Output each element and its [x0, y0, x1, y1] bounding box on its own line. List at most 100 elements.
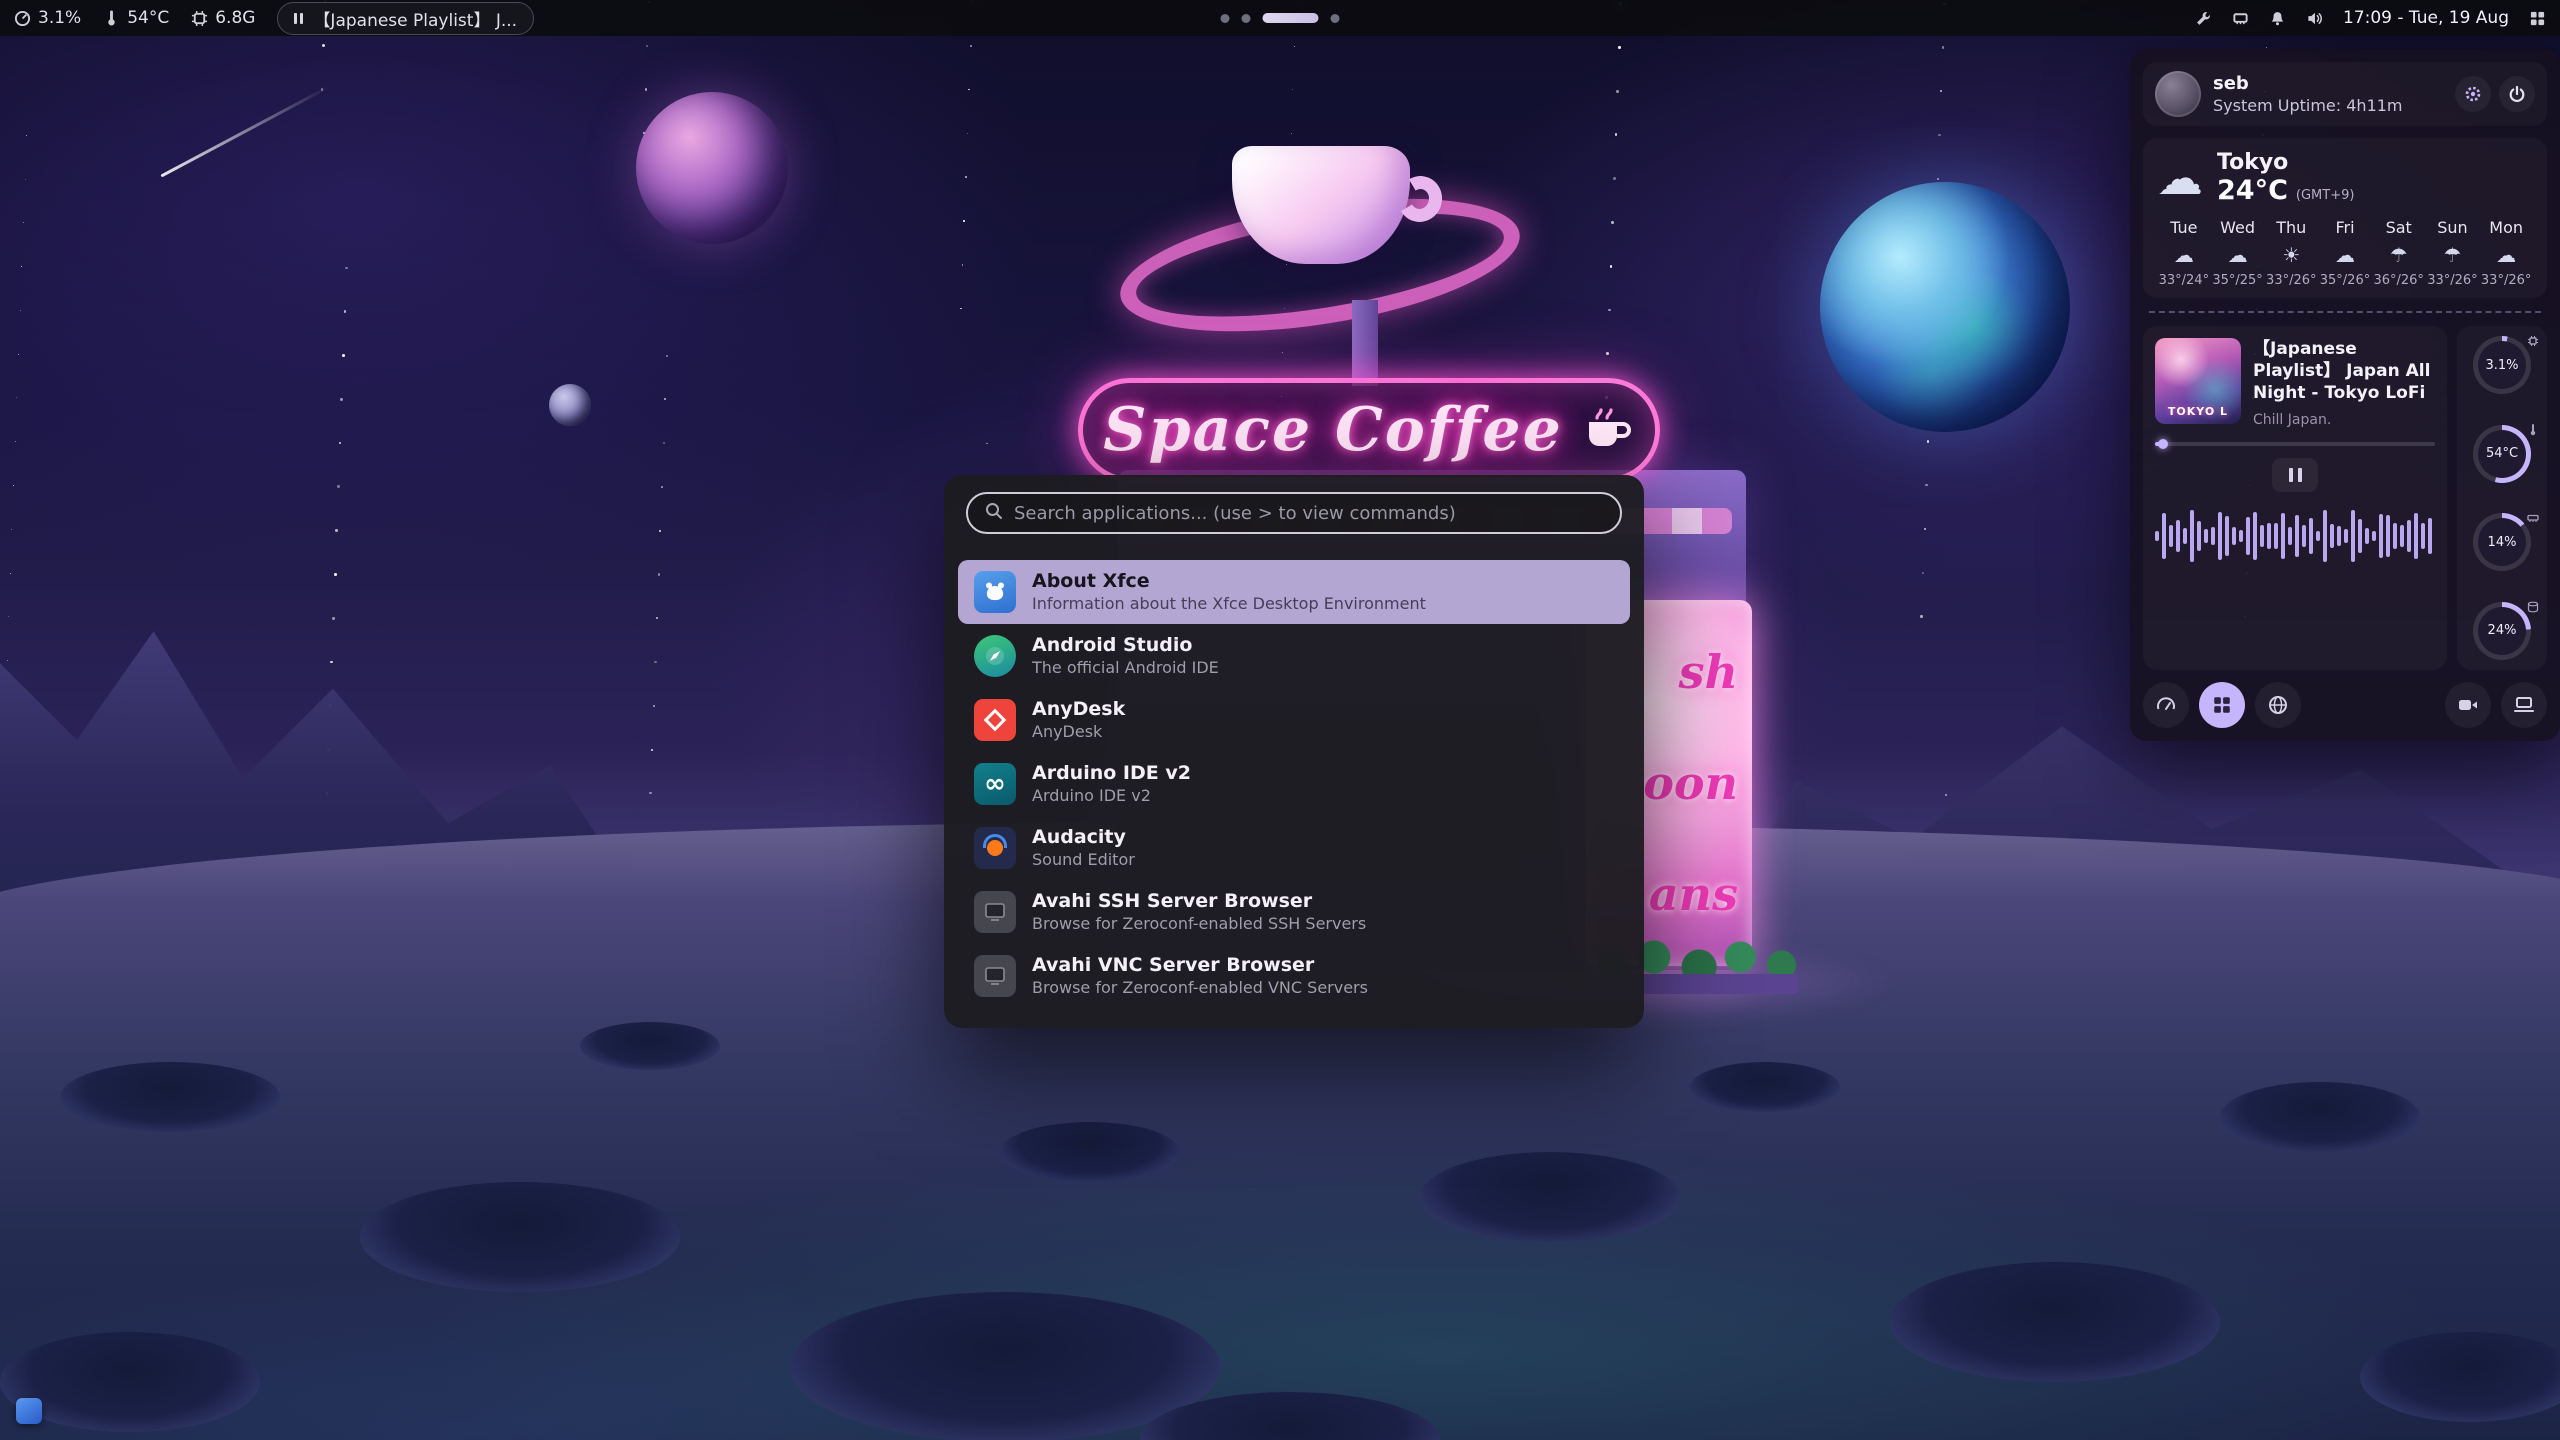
top-bar: 3.1% 54°C 6.8G 【Japanese Playlist】 J... [0, 0, 2560, 36]
android-studio-icon [974, 635, 1016, 677]
media-pause-button[interactable] [2272, 458, 2318, 492]
gauge-value: 54°C [2486, 446, 2518, 461]
settings-button[interactable] [2455, 76, 2491, 112]
result-subtitle: Arduino IDE v2 [1032, 786, 1191, 806]
gauge-value: 3.1% [2485, 358, 2518, 373]
cpu-meter-icon [14, 10, 31, 27]
result-subtitle: Information about the Xfce Desktop Envir… [1032, 594, 1426, 614]
xfce-logo-icon [974, 571, 1016, 613]
clock[interactable]: 17:09 - Tue, 19 Aug [2343, 8, 2509, 28]
forecast-day: Fri☁35°/26° [2318, 218, 2372, 288]
neon-sign: Space Coffee [1078, 378, 1660, 482]
arduino-icon: ∞ [974, 763, 1016, 805]
launcher-result-arduino[interactable]: ∞ Arduino IDE v2Arduino IDE v2 [958, 752, 1630, 816]
tools-icon[interactable] [2195, 10, 2212, 27]
progress-knob[interactable] [2158, 439, 2168, 449]
cpu-stat: 3.1% [14, 8, 81, 28]
user-name: seb [2213, 73, 2249, 94]
memory-chip-icon [191, 10, 208, 27]
now-playing-pill[interactable]: 【Japanese Playlist】 J... [277, 2, 534, 35]
cpu-icon [2527, 332, 2539, 351]
result-title: About Xfce [1032, 570, 1426, 594]
result-subtitle: Browse for Zeroconf-enabled VNC Servers [1032, 978, 1368, 998]
display-button[interactable] [2501, 682, 2547, 728]
result-title: Android Studio [1032, 634, 1219, 658]
album-label: TOKYO L [2155, 405, 2241, 418]
result-title: Avahi SSH Server Browser [1032, 890, 1366, 914]
weather-day-icon: ☁ [2479, 243, 2533, 267]
media-progress-bar[interactable] [2155, 442, 2435, 446]
volume-icon[interactable] [2306, 10, 2323, 27]
result-subtitle: The official Android IDE [1032, 658, 1219, 678]
forecast-day: Wed☁35°/25° [2211, 218, 2265, 288]
weather-day-icon: ☂ [2372, 243, 2426, 267]
weather-city: Tokyo [2217, 150, 2354, 175]
workspace-dot[interactable] [1242, 14, 1251, 23]
workspace-indicator [1221, 0, 1340, 36]
result-subtitle: Browse for Zeroconf-enabled SSH Servers [1032, 914, 1366, 934]
weather-temperature: 24°C [2217, 175, 2288, 206]
network-globe-button[interactable] [2255, 682, 2301, 728]
workspace-active-pill[interactable] [1263, 13, 1319, 23]
control-center-panel: seb System Uptime: 4h11m ☁ Tokyo 24°C (G… [2130, 49, 2560, 741]
forecast-day: Tue☁33°/24° [2157, 218, 2211, 288]
pause-icon [294, 13, 303, 24]
window-line: sh [1679, 645, 1738, 699]
search-input[interactable] [1014, 503, 1604, 524]
temperature-stat: 54°C [103, 8, 169, 28]
bell-icon[interactable] [2269, 10, 2286, 27]
result-subtitle: AnyDesk [1032, 722, 1125, 742]
weather-forecast: Tue☁33°/24° Wed☁35°/25° Thu☀33°/26° Fri☁… [2157, 218, 2533, 288]
app-launcher: About XfceInformation about the Xfce Des… [944, 475, 1644, 1028]
search-icon [984, 501, 1004, 525]
desktop-shortcut-icon[interactable] [16, 1398, 42, 1424]
coffee-cup-icon [1581, 406, 1635, 454]
avahi-ssh-icon [974, 891, 1016, 933]
weather-day-icon: ☁ [2318, 243, 2372, 267]
apps-grid-icon[interactable] [2529, 10, 2546, 27]
media-subtitle: Chill Japan. [2253, 412, 2435, 428]
gauge-value: 14% [2488, 535, 2517, 550]
temperature-value: 54°C [127, 8, 169, 28]
system-gauges: 3.1% 54°C 14% 24% [2457, 326, 2547, 670]
launcher-result-avahi-vnc[interactable]: Avahi VNC Server BrowserBrowse for Zeroc… [958, 944, 1630, 1008]
result-title: AnyDesk [1032, 698, 1125, 722]
power-button[interactable] [2499, 76, 2535, 112]
avahi-vnc-icon [974, 955, 1016, 997]
launcher-result-anydesk[interactable]: AnyDeskAnyDesk [958, 688, 1630, 752]
disk-icon [2527, 598, 2539, 617]
apps-button[interactable] [2199, 682, 2245, 728]
memory-value: 6.8G [215, 8, 255, 28]
launcher-result-about-xfce[interactable]: About XfceInformation about the Xfce Des… [958, 560, 1630, 624]
result-title: Audacity [1032, 826, 1135, 850]
launcher-result-avahi-ssh[interactable]: Avahi SSH Server BrowserBrowse for Zeroc… [958, 880, 1630, 944]
weather-timezone: (GMT+9) [2296, 188, 2355, 203]
sign-pole [1352, 300, 1378, 386]
network-icon[interactable] [2232, 10, 2249, 27]
avatar [2155, 71, 2201, 117]
launcher-result-android-studio[interactable]: Android StudioThe official Android IDE [958, 624, 1630, 688]
weather-day-icon: ☀ [2264, 243, 2318, 267]
launcher-result-audacity[interactable]: AudacitySound Editor [958, 816, 1630, 880]
result-subtitle: Sound Editor [1032, 850, 1135, 870]
screencast-button[interactable] [2445, 682, 2491, 728]
weather-day-icon: ☁ [2211, 243, 2265, 267]
workspace-dot[interactable] [1331, 14, 1340, 23]
performance-button[interactable] [2143, 682, 2189, 728]
anydesk-icon [974, 699, 1016, 741]
desktop: Space Coffee sh oon ans 3.1% 54°C [0, 0, 2560, 1440]
temperature-gauge: 54°C [2473, 425, 2531, 483]
workspace-dot[interactable] [1221, 14, 1230, 23]
search-bar[interactable] [966, 492, 1622, 534]
media-title: 【Japanese Playlist】 Japan All Night - To… [2253, 338, 2435, 406]
thermometer-icon [2527, 421, 2539, 440]
weather-day-icon: ☂ [2426, 243, 2480, 267]
result-title: Avahi VNC Server Browser [1032, 954, 1368, 978]
weather-card: ☁ Tokyo 24°C (GMT+9) Tue☁33°/24° Wed☁35°… [2143, 138, 2547, 298]
user-card: seb System Uptime: 4h11m [2143, 62, 2547, 126]
divider [2149, 311, 2541, 313]
memory-stat: 6.8G [191, 8, 255, 28]
thermometer-icon [103, 10, 120, 27]
cpu-value: 3.1% [38, 8, 81, 28]
waveform [2155, 504, 2435, 568]
